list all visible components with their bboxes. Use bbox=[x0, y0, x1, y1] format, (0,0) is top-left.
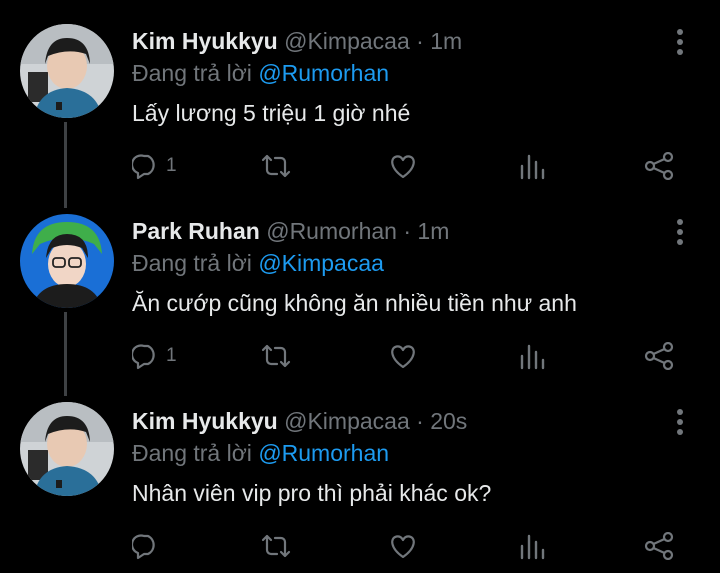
user-handle[interactable]: @Kimpacaa bbox=[284, 408, 410, 434]
mention-link[interactable]: @Rumorhan bbox=[258, 440, 389, 466]
user-handle[interactable]: @Rumorhan bbox=[266, 218, 397, 244]
avatar[interactable] bbox=[20, 402, 114, 496]
tweet[interactable]: Park Ruhan @Rumorhan · 1m Đang trả lời @… bbox=[0, 190, 720, 380]
reply-icon bbox=[132, 532, 160, 560]
retweet-button[interactable] bbox=[260, 532, 292, 560]
reply-button[interactable] bbox=[132, 532, 166, 560]
retweet-icon bbox=[260, 342, 292, 370]
tweet-text: Lấy lương 5 triệu 1 giờ nhé bbox=[132, 100, 411, 126]
like-button[interactable] bbox=[388, 532, 418, 560]
like-button[interactable] bbox=[388, 152, 418, 180]
retweet-icon bbox=[260, 152, 292, 180]
reply-button[interactable]: 1 bbox=[132, 152, 177, 180]
like-button[interactable] bbox=[388, 342, 418, 370]
display-name[interactable]: Kim Hyukkyu bbox=[132, 28, 278, 54]
analytics-button[interactable] bbox=[518, 152, 546, 180]
more-vertical-icon[interactable] bbox=[672, 218, 688, 246]
reply-button[interactable]: 1 bbox=[132, 342, 177, 370]
share-button[interactable] bbox=[644, 152, 674, 180]
tweet[interactable]: Kim Hyukkyu @Kimpacaa · 1m Đang trả lời … bbox=[0, 0, 720, 190]
separator: · bbox=[403, 218, 412, 244]
more-vertical-icon[interactable] bbox=[672, 408, 688, 436]
reply-count: 1 bbox=[166, 345, 177, 366]
share-icon bbox=[644, 342, 674, 370]
avatar[interactable] bbox=[20, 24, 114, 118]
more-vertical-icon[interactable] bbox=[672, 28, 688, 56]
share-icon bbox=[644, 152, 674, 180]
tweet-actions: 1 bbox=[132, 342, 692, 370]
heart-icon bbox=[388, 532, 418, 560]
replying-to: Đang trả lời @Kimpacaa bbox=[132, 250, 384, 277]
display-name[interactable]: Kim Hyukkyu bbox=[132, 408, 278, 434]
separator: · bbox=[416, 408, 424, 434]
tweet-text: Ăn cướp cũng không ăn nhiều tiền như anh bbox=[132, 290, 577, 316]
replying-label: Đang trả lời bbox=[132, 250, 252, 276]
tweet-header: Kim Hyukkyu @Kimpacaa · 1m bbox=[132, 28, 462, 55]
share-icon bbox=[644, 532, 674, 560]
tweet-header: Park Ruhan @Rumorhan · 1m bbox=[132, 218, 449, 245]
share-button[interactable] bbox=[644, 342, 674, 370]
reply-icon bbox=[132, 342, 160, 370]
replying-to: Đang trả lời @Rumorhan bbox=[132, 440, 389, 467]
heart-icon bbox=[388, 152, 418, 180]
retweet-icon bbox=[260, 532, 292, 560]
user-handle[interactable]: @Kimpacaa bbox=[284, 28, 410, 54]
tweet[interactable]: Kim Hyukkyu @Kimpacaa · 20s Đang trả lời… bbox=[0, 380, 720, 570]
analytics-icon bbox=[518, 532, 546, 560]
analytics-icon bbox=[518, 342, 546, 370]
tweet-header: Kim Hyukkyu @Kimpacaa · 20s bbox=[132, 408, 467, 435]
mention-link[interactable]: @Rumorhan bbox=[258, 60, 389, 86]
avatar[interactable] bbox=[20, 214, 114, 308]
retweet-button[interactable] bbox=[260, 152, 292, 180]
share-button[interactable] bbox=[644, 532, 674, 560]
timestamp[interactable]: 1m bbox=[417, 218, 449, 244]
separator: · bbox=[416, 28, 424, 54]
reply-icon bbox=[132, 152, 160, 180]
timestamp[interactable]: 1m bbox=[430, 28, 462, 54]
timestamp[interactable]: 20s bbox=[430, 408, 467, 434]
replying-label: Đang trả lời bbox=[132, 60, 252, 86]
reply-count: 1 bbox=[166, 155, 177, 176]
tweet-actions: 1 bbox=[132, 152, 692, 180]
display-name[interactable]: Park Ruhan bbox=[132, 218, 260, 244]
retweet-button[interactable] bbox=[260, 342, 292, 370]
mention-link[interactable]: @Kimpacaa bbox=[258, 250, 384, 276]
replying-label: Đang trả lời bbox=[132, 440, 252, 466]
replying-to: Đang trả lời @Rumorhan bbox=[132, 60, 389, 87]
tweet-actions bbox=[132, 532, 692, 560]
heart-icon bbox=[388, 342, 418, 370]
analytics-button[interactable] bbox=[518, 532, 546, 560]
analytics-icon bbox=[518, 152, 546, 180]
tweet-text: Nhân viên vip pro thì phải khác ok? bbox=[132, 480, 492, 506]
analytics-button[interactable] bbox=[518, 342, 546, 370]
